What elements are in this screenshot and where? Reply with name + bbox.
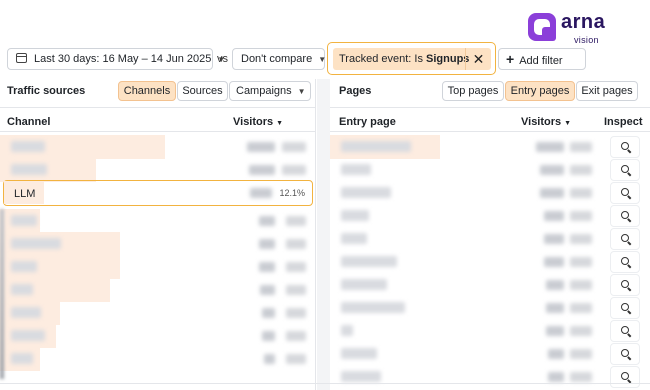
inspect-button[interactable] — [610, 228, 640, 250]
inspect-button[interactable] — [610, 366, 640, 388]
table-row[interactable] — [330, 296, 650, 320]
column-header-inspect: Inspect — [604, 116, 643, 128]
channel-name: LLM — [14, 188, 36, 200]
table-row[interactable] — [0, 347, 316, 371]
search-icon — [621, 188, 629, 196]
tab-entry-pages[interactable]: Entry pages — [505, 81, 575, 101]
divider — [330, 131, 650, 132]
sort-desc-icon: ▼ — [564, 120, 572, 127]
table-row[interactable] — [330, 342, 650, 366]
table-row[interactable] — [330, 319, 650, 343]
date-range-button[interactable]: Last 30 days: 16 May – 14 Jun 2025 ▼ — [7, 48, 225, 70]
date-range-label: Last 30 days: 16 May – 14 Jun 2025 — [34, 53, 212, 65]
chevron-down-icon: ▼ — [318, 55, 327, 64]
divider — [0, 107, 315, 108]
add-filter-button[interactable]: + Add filter — [498, 48, 586, 70]
inspect-button[interactable] — [610, 136, 640, 158]
inspect-button[interactable] — [610, 159, 640, 181]
table-row[interactable] — [330, 181, 650, 205]
column-header-visitors-label: Visitors — [521, 116, 562, 128]
chevron-down-icon: ▼ — [297, 87, 306, 96]
brand-mark-icon — [528, 13, 556, 41]
column-header-visitors[interactable]: Visitors ▼ — [521, 116, 571, 128]
table-row[interactable] — [330, 273, 650, 297]
search-icon — [621, 326, 629, 334]
column-header-visitors-label: Visitors — [233, 116, 274, 128]
tracked-event-filter-chip[interactable]: Tracked event: Is Signups ✕ — [333, 48, 491, 70]
inspect-button[interactable] — [610, 182, 640, 204]
search-icon — [621, 165, 629, 173]
tab-top-pages[interactable]: Top pages — [442, 81, 504, 101]
search-icon — [621, 349, 629, 357]
inspect-button[interactable] — [610, 297, 640, 319]
tab-exit-pages[interactable]: Exit pages — [576, 81, 638, 101]
filter-bar: Last 30 days: 16 May – 14 Jun 2025 ▼ vs D… — [0, 42, 650, 76]
table-row[interactable] — [0, 278, 316, 302]
table-row[interactable] — [330, 365, 650, 389]
pages-panel: Pages Top pages Entry pages Exit pages E… — [330, 79, 650, 390]
table-row[interactable] — [330, 135, 650, 159]
close-icon[interactable]: ✕ — [465, 48, 491, 70]
search-icon — [621, 234, 629, 242]
table-row[interactable] — [330, 158, 650, 182]
inspect-button[interactable] — [610, 205, 640, 227]
compare-button[interactable]: Don't compare ▼ — [232, 48, 327, 70]
table-row[interactable] — [0, 232, 316, 256]
search-icon — [621, 211, 629, 219]
table-row[interactable] — [0, 255, 316, 279]
plus-icon: + — [506, 51, 515, 67]
search-icon — [621, 142, 629, 150]
table-row[interactable] — [330, 227, 650, 251]
column-header-entry-page[interactable]: Entry page — [339, 116, 396, 128]
visitor-percentage: 12.1% — [279, 188, 305, 198]
tab-campaigns[interactable]: Campaigns ▼ — [229, 81, 311, 101]
llm-row-highlight[interactable]: LLM 12.1% — [3, 180, 313, 206]
sort-desc-icon: ▼ — [276, 120, 284, 127]
search-icon — [621, 280, 629, 288]
footer-divider — [0, 383, 650, 384]
add-filter-label: Add filter — [519, 55, 563, 67]
column-header-visitors[interactable]: Visitors ▼ — [233, 116, 283, 128]
panel-title: Pages — [339, 85, 372, 97]
divider — [0, 131, 315, 132]
vs-label: vs — [217, 53, 228, 65]
inspect-button[interactable] — [610, 251, 640, 273]
search-icon — [621, 372, 629, 380]
divider — [330, 107, 650, 108]
inspect-button[interactable] — [610, 320, 640, 342]
table-row[interactable] — [0, 301, 316, 325]
panel-title: Traffic sources — [7, 85, 86, 97]
panel-divider — [317, 79, 330, 390]
table-row[interactable] — [0, 209, 316, 233]
brand-name: arna — [561, 11, 606, 33]
search-icon — [621, 257, 629, 265]
search-icon — [621, 303, 629, 311]
calendar-icon — [16, 53, 27, 63]
tab-sources[interactable]: Sources — [177, 81, 228, 101]
tab-campaigns-label: Campaigns — [236, 85, 292, 97]
table-row[interactable] — [0, 324, 316, 348]
filter-value: Signups — [426, 53, 470, 65]
traffic-sources-panel: Traffic sources Channels Sources Campaig… — [0, 79, 316, 390]
tab-channels[interactable]: Channels — [118, 81, 176, 101]
compare-label: Don't compare — [241, 53, 313, 65]
inspect-button[interactable] — [610, 343, 640, 365]
column-header-channel[interactable]: Channel — [7, 116, 50, 128]
table-row[interactable] — [330, 250, 650, 274]
inspect-button[interactable] — [610, 274, 640, 296]
table-row[interactable] — [0, 135, 316, 159]
table-row[interactable] — [330, 204, 650, 228]
table-row[interactable] — [0, 158, 316, 182]
filter-prefix: Tracked event: Is — [339, 53, 427, 65]
